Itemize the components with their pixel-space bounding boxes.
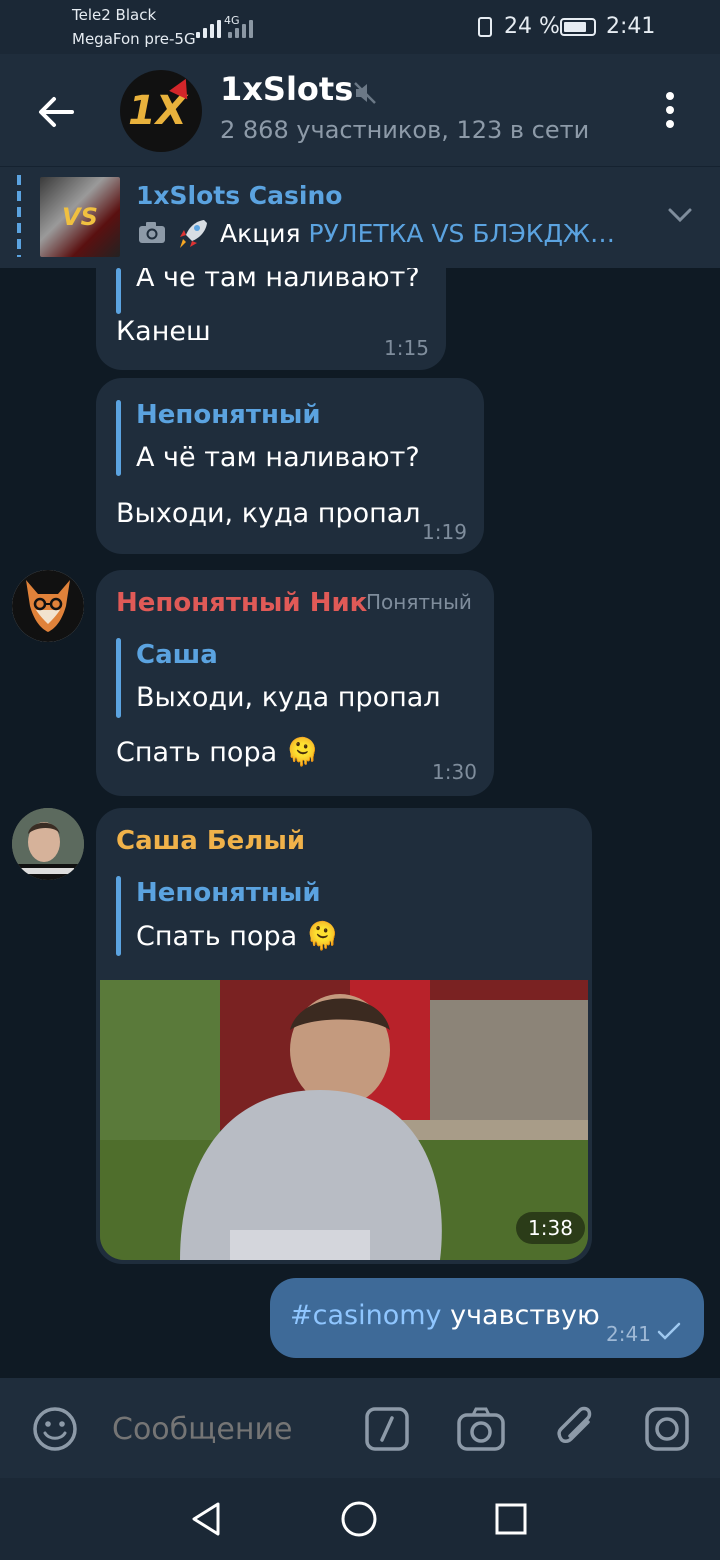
signal-icon-2 <box>228 16 253 38</box>
pinned-prefix: Акция <box>220 219 301 248</box>
battery-icon <box>560 18 596 36</box>
message-text: #casinomy учавствую <box>290 1300 600 1331</box>
message-bubble[interactable]: Непонятный Ник Понятный Саша Выходи, куд… <box>96 570 494 796</box>
reply-text: А че там наливают? <box>136 268 420 293</box>
avatar[interactable] <box>12 570 84 642</box>
rocket-icon <box>174 217 210 251</box>
more-menu-icon[interactable] <box>658 90 682 130</box>
melting-face-emoji: 🫠 <box>285 737 320 768</box>
message-time: 2:41 <box>606 1322 651 1346</box>
avatar[interactable] <box>12 808 84 880</box>
channel-avatar[interactable]: 1X <box>120 70 202 152</box>
pinned-link[interactable]: РУЛЕТКА VS БЛЭКДЖ… <box>308 219 615 248</box>
message-bubble[interactable]: А че там наливают? Канеш 1:15 <box>96 268 446 370</box>
signal-icon <box>196 16 221 38</box>
message-input[interactable] <box>110 1402 344 1456</box>
sent-check-icon <box>656 1320 682 1342</box>
message-input-bar <box>0 1378 720 1478</box>
sender-tag: Понятный <box>366 590 472 614</box>
pinned-message-bar[interactable]: VS 1xSlots Casino Акция РУЛЕТКА VS БЛЭКД… <box>0 166 720 269</box>
pinned-preview: Акция РУЛЕТКА VS БЛЭКДЖ… <box>220 219 615 248</box>
reply-text: Выходи, куда пропал <box>136 682 441 713</box>
emoji-icon[interactable] <box>32 1406 78 1452</box>
media-duration: 1:38 <box>516 1212 585 1244</box>
reply-text: Спать пора 🫠 <box>136 921 340 952</box>
chat-subtitle: 2 868 участников, 123 в сети <box>220 116 590 144</box>
status-bar: Tele2 Black MegaFon pre-5G 4G 24 % 2:41 <box>0 0 720 54</box>
attachment-icon[interactable] <box>554 1404 600 1454</box>
reply-sender: Саша <box>136 640 218 670</box>
reply-sender: Непонятный <box>136 878 321 908</box>
video-message-icon[interactable] <box>644 1406 690 1452</box>
reply-bar <box>116 268 121 314</box>
camera-icon <box>137 221 167 245</box>
carrier-primary: Tele2 Black <box>72 6 157 24</box>
message-bubble[interactable]: Непонятный А чё там наливают? Выходи, ку… <box>96 378 484 554</box>
system-navigation-bar <box>0 1478 720 1560</box>
pinned-title: 1xSlots Casino <box>136 181 343 210</box>
chat-title[interactable]: 1xSlots <box>220 70 353 108</box>
chevron-down-icon[interactable] <box>666 205 694 225</box>
back-arrow-icon[interactable] <box>32 88 80 136</box>
reply-text: А чё там наливают? <box>136 442 420 473</box>
hashtag-link[interactable]: #casinomy <box>290 1300 442 1331</box>
message-time: 1:15 <box>384 336 429 360</box>
gif-media[interactable]: 1:38 <box>100 980 588 1260</box>
reply-bar <box>116 400 121 476</box>
message-bubble[interactable]: Саша Белый Непонятный Спать пора 🫠 1:38 <box>96 808 592 1264</box>
message-body: учавствую <box>450 1300 600 1331</box>
sender-name[interactable]: Непонятный Ник <box>116 588 367 618</box>
reply-bar <box>116 638 121 718</box>
clock: 2:41 <box>606 14 656 39</box>
message-time: 1:19 <box>422 520 467 544</box>
reply-sender: Непонятный <box>136 400 321 430</box>
sender-name[interactable]: Саша Белый <box>116 826 305 856</box>
melting-face-emoji: 🫠 <box>305 921 340 952</box>
battery-percent: 24 % <box>504 14 560 39</box>
carrier-secondary: MegaFon pre-5G <box>72 30 196 48</box>
bot-commands-icon[interactable] <box>364 1406 410 1452</box>
message-text: Выходи, куда пропал <box>116 498 421 529</box>
message-time: 1:30 <box>432 760 477 784</box>
message-text: Спать пора 🫠 <box>116 737 320 768</box>
nav-recents-icon[interactable] <box>494 1502 528 1536</box>
camera-icon[interactable] <box>456 1406 506 1452</box>
vibrate-icon <box>478 17 492 37</box>
outgoing-message-bubble[interactable]: #casinomy учавствую 2:41 <box>270 1278 704 1358</box>
message-text: Канеш <box>116 316 211 347</box>
message-list[interactable]: А че там наливают? Канеш 1:15 Непонятный… <box>0 268 720 1378</box>
thumbnail-text: VS <box>62 203 98 231</box>
pinned-indicator <box>17 175 21 257</box>
pinned-thumbnail: VS <box>40 177 120 257</box>
reply-bar <box>116 876 121 956</box>
nav-home-icon[interactable] <box>340 1500 378 1538</box>
muted-icon <box>352 80 378 106</box>
nav-back-icon[interactable] <box>188 1500 224 1538</box>
chat-header: 1X 1xSlots 2 868 участников, 123 в сети <box>0 54 720 166</box>
